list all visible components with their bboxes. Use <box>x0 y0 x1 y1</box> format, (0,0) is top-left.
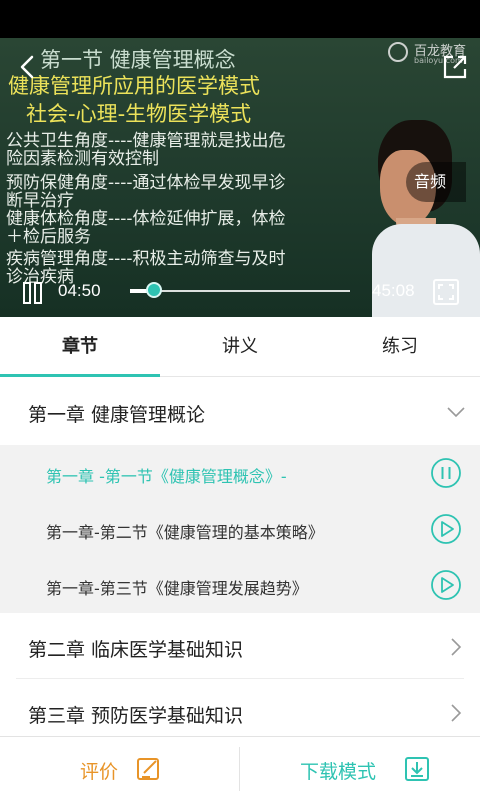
chapter-title: 第三章 预防医学基础知识 <box>28 705 244 727</box>
chevron-down-icon <box>447 407 465 418</box>
fullscreen-icon[interactable] <box>432 278 460 306</box>
chevron-right-icon <box>451 704 462 722</box>
lesson-title: 第一章 -第一节《健康管理概念》- <box>46 467 287 486</box>
chapter-title: 第二章 临床医学基础知识 <box>28 639 244 661</box>
chevron-right-icon <box>451 638 462 656</box>
play-circle-icon[interactable] <box>430 513 462 545</box>
board-white-line: 公共卫生角度----健康管理就是找出危 <box>6 131 286 151</box>
teacher-body <box>372 224 480 317</box>
back-icon[interactable] <box>12 52 42 82</box>
active-tab-indicator <box>0 374 160 377</box>
edit-icon[interactable] <box>136 756 162 782</box>
board-yellow-line: 社会-心理-生物医学模式 <box>26 102 252 126</box>
chapter-title: 第一章 健康管理概论 <box>28 404 206 426</box>
tab-chapters[interactable]: 章节 <box>0 317 160 377</box>
lesson-item[interactable]: 第一章-第二节《健康管理的基本策略》 <box>0 501 480 557</box>
lesson-item[interactable]: 第一章-第三节《健康管理发展趋势》 <box>0 557 480 613</box>
current-time: 04:50 <box>58 281 101 300</box>
chapter-item-1[interactable]: 第一章 健康管理概论 <box>0 378 480 445</box>
board-white-line: 预防保健角度----通过体检早发现早诊 <box>6 173 286 193</box>
board-white-line: 疾病管理角度----积极主动筛查与及时 <box>6 249 286 269</box>
tab-bar: 章节 讲义 练习 <box>0 317 480 377</box>
lesson-title: 第一章-第二节《健康管理的基本策略》 <box>46 523 324 542</box>
bottom-action-bar: 评价 下载模式 <box>0 736 480 800</box>
chapter-item-3[interactable]: 第三章 预防医学基础知识 <box>0 680 480 736</box>
board-white-line: ＋检后服务 <box>6 227 91 247</box>
divider <box>16 678 464 679</box>
progress-thumb[interactable] <box>145 282 162 298</box>
pause-icon[interactable] <box>20 280 46 306</box>
bottom-divider <box>239 747 240 791</box>
review-button[interactable]: 评价 <box>80 757 118 784</box>
chapter-item-2[interactable]: 第二章 临床医学基础知识 <box>0 613 480 679</box>
lesson-list: 第一章 -第一节《健康管理概念》- 第一章-第二节《健康管理的基本策略》 第一章… <box>0 445 480 613</box>
share-icon[interactable] <box>440 52 470 82</box>
duration-time: 45:08 <box>372 281 415 300</box>
board-white-line: 险因素检测有效控制 <box>6 149 159 169</box>
progress-track[interactable] <box>130 290 350 292</box>
pause-circle-icon[interactable] <box>430 457 462 489</box>
status-bar <box>0 0 480 38</box>
download-icon[interactable] <box>404 756 430 782</box>
play-circle-icon[interactable] <box>430 569 462 601</box>
tab-handouts[interactable]: 讲义 <box>160 317 320 377</box>
board-white-line: 断早治疗 <box>6 191 74 211</box>
board-yellow-line: 健康管理所应用的医学模式 <box>8 74 260 98</box>
lesson-item[interactable]: 第一章 -第一节《健康管理概念》- <box>0 445 480 501</box>
tab-exercises[interactable]: 练习 <box>320 317 480 377</box>
board-white-line: 健康体检角度----体检延伸扩展，体检 <box>6 209 286 229</box>
lesson-title: 第一章-第三节《健康管理发展趋势》 <box>46 579 308 598</box>
download-mode-button[interactable]: 下载模式 <box>300 757 376 784</box>
audio-mode-button[interactable]: 音频 <box>406 162 466 202</box>
logo-mark <box>388 42 408 62</box>
video-player[interactable]: 第一节 健康管理概念 健康管理所应用的医学模式 社会-心理-生物医学模式 公共卫… <box>0 38 480 317</box>
